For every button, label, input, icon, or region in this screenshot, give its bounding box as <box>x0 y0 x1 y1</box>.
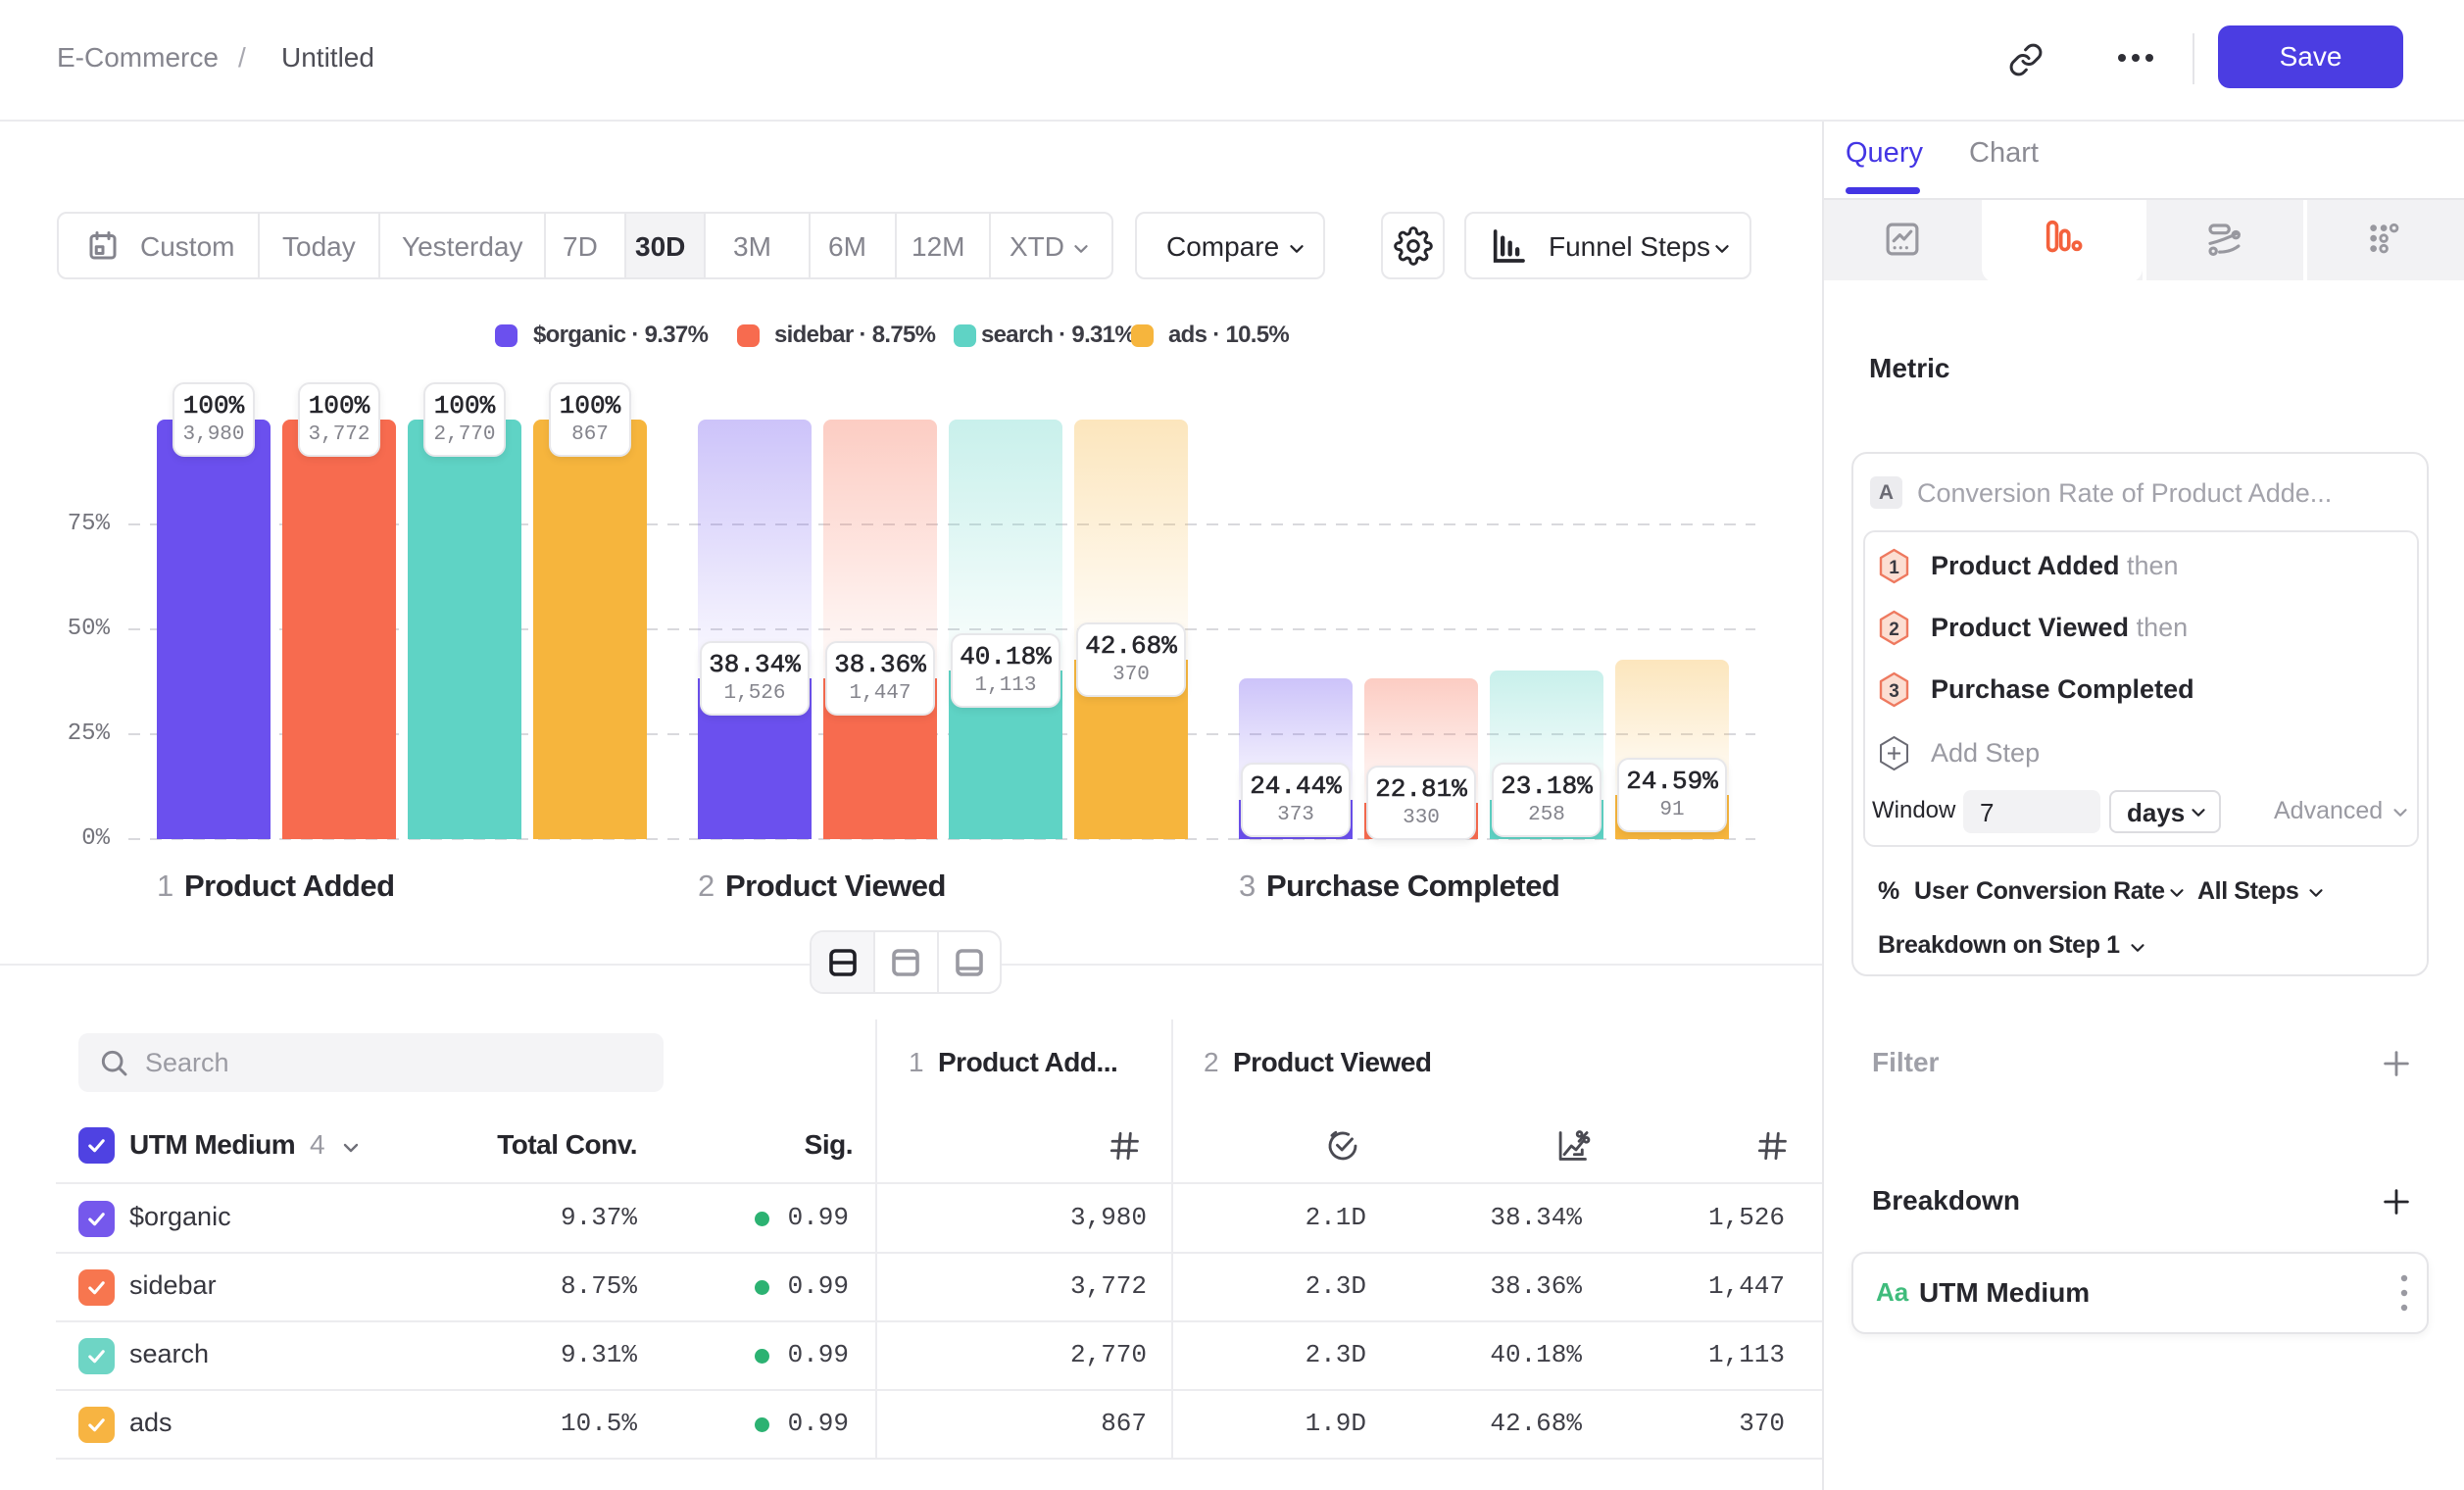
svg-text:1: 1 <box>1889 558 1899 578</box>
svg-text:2: 2 <box>1889 620 1899 640</box>
svg-text:3: 3 <box>1889 681 1899 702</box>
